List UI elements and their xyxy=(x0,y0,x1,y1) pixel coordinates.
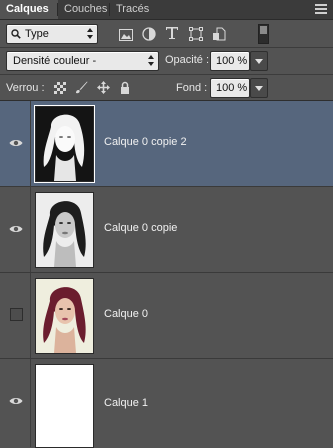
chevron-down-icon xyxy=(255,59,263,64)
lock-position-move-icon[interactable] xyxy=(97,81,110,94)
tab-bar: Calques Couches Tracés xyxy=(0,0,333,20)
eye-icon[interactable] xyxy=(9,396,23,406)
pixel-layer-filter-icon[interactable] xyxy=(119,28,133,42)
layer-thumbnail-white xyxy=(35,364,94,448)
layer-name[interactable]: Calque 0 xyxy=(104,308,148,320)
filter-type-label: Type xyxy=(25,28,49,40)
lock-transparent-pixels-icon[interactable] xyxy=(54,82,66,94)
visibility-toggle-off[interactable] xyxy=(10,308,23,321)
layer-thumbnail xyxy=(34,105,95,183)
opacity-dropdown-button[interactable] xyxy=(250,51,268,71)
tab-calques[interactable]: Calques xyxy=(0,0,58,19)
eye-icon[interactable] xyxy=(9,138,23,148)
visibility-column xyxy=(0,101,31,186)
layer-thumbnail xyxy=(35,278,94,354)
color-portrait-thumbnail xyxy=(36,279,93,353)
blend-mode-select[interactable]: Densité couleur - xyxy=(6,51,159,71)
lock-row: Verrou : Fond : 100 % xyxy=(0,75,333,100)
layer-row-calque-0-copie[interactable]: Calque 0 copie xyxy=(0,187,333,273)
visibility-column xyxy=(0,187,31,272)
fill-dropdown-button[interactable] xyxy=(250,78,268,98)
filter-row: Type xyxy=(0,20,333,48)
layer-name[interactable]: Calque 0 copie xyxy=(104,222,177,234)
adjustment-layer-filter-icon[interactable] xyxy=(142,27,156,41)
layers-panel: Calques Couches Tracés Type Densité coul… xyxy=(0,0,333,448)
lock-label: Verrou : xyxy=(6,82,45,94)
smart-object-filter-icon[interactable] xyxy=(212,27,226,41)
fill-input[interactable]: 100 % xyxy=(210,78,250,98)
select-arrows-icon xyxy=(87,28,93,39)
layer-name[interactable]: Calque 0 copie 2 xyxy=(104,136,187,148)
lock-all-padlock-icon[interactable] xyxy=(120,81,130,94)
search-icon xyxy=(11,29,21,39)
fill-value: 100 % xyxy=(216,82,248,94)
layer-row-calque-0-copie-2[interactable]: Calque 0 copie 2 xyxy=(0,101,333,187)
panel-menu-icon[interactable] xyxy=(315,4,327,15)
grayscale-portrait-thumbnail xyxy=(36,193,93,267)
layer-name[interactable]: Calque 1 xyxy=(104,397,148,409)
layer-row-calque-1[interactable]: Calque 1 xyxy=(0,359,333,448)
opacity-input[interactable]: 100 % xyxy=(210,51,250,71)
fill-label: Fond : xyxy=(176,82,208,94)
select-arrows-icon xyxy=(148,55,154,66)
eye-icon[interactable] xyxy=(9,224,23,234)
tab-traces[interactable]: Tracés xyxy=(110,0,155,19)
tab-couches[interactable]: Couches xyxy=(58,0,113,19)
layer-list: Calque 0 copie 2 Calque 0 copie Calque 0… xyxy=(0,101,333,448)
blend-mode-value: Densité couleur - xyxy=(13,55,97,67)
lock-image-pixels-brush-icon[interactable] xyxy=(75,81,88,94)
blend-row: Densité couleur - Opacité : 100 % xyxy=(0,48,333,74)
visibility-column xyxy=(0,359,31,447)
filter-toggle-switch[interactable] xyxy=(258,24,269,44)
opacity-label: Opacité : xyxy=(165,54,210,66)
visibility-column xyxy=(0,273,31,358)
inverted-portrait-thumbnail xyxy=(36,107,93,181)
opacity-value: 100 % xyxy=(216,55,248,67)
layer-thumbnail xyxy=(35,192,94,268)
chevron-down-icon xyxy=(255,86,263,91)
shape-layer-filter-icon[interactable] xyxy=(189,27,203,41)
type-layer-filter-icon[interactable] xyxy=(165,26,179,40)
layer-row-calque-0[interactable]: Calque 0 xyxy=(0,273,333,359)
filter-type-select[interactable]: Type xyxy=(6,24,98,44)
